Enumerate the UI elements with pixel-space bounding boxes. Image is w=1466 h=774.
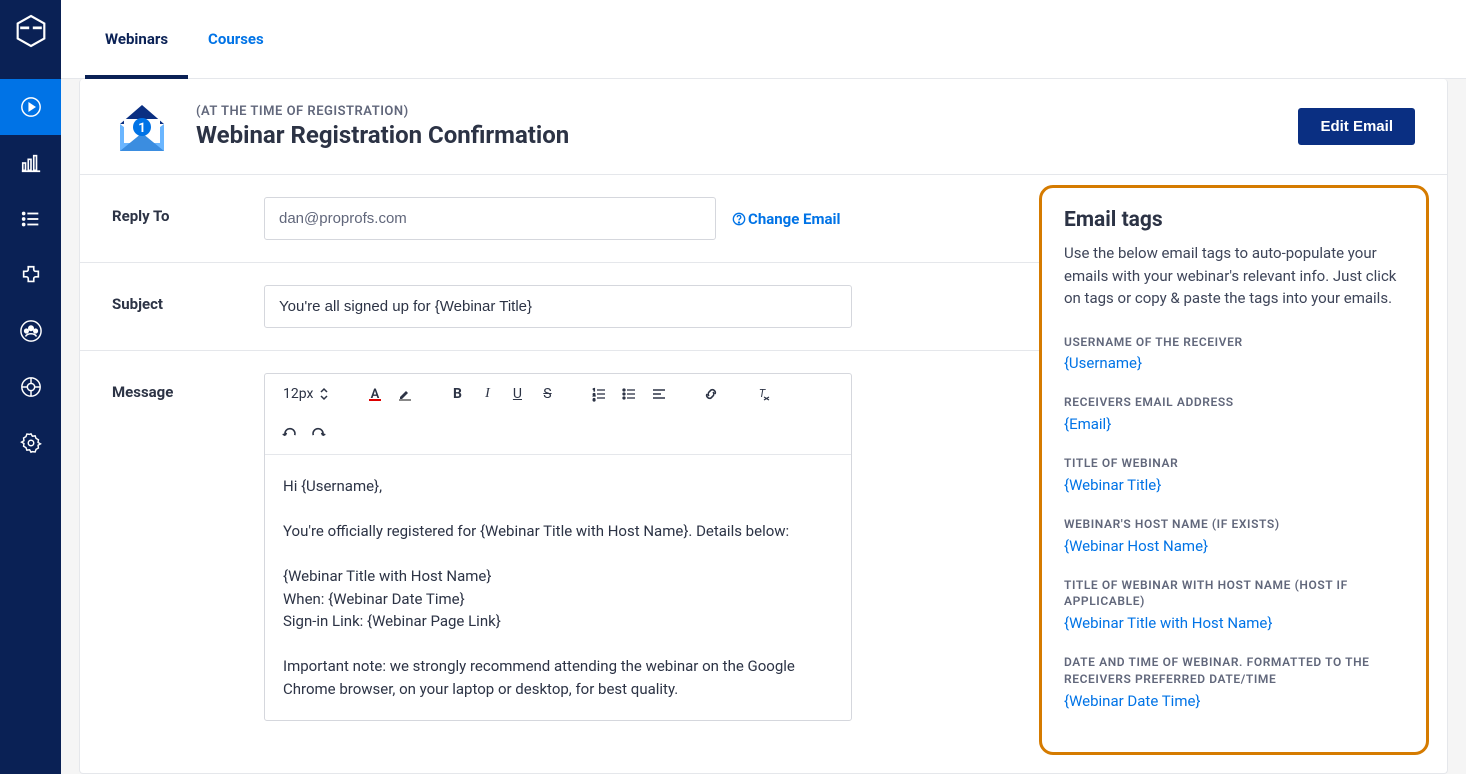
ordered-list-button[interactable]: 123 xyxy=(585,380,613,408)
unordered-list-button[interactable] xyxy=(615,380,643,408)
tag-label: DATE AND TIME OF WEBINAR. FORMATTED TO T… xyxy=(1064,654,1404,688)
sidebar xyxy=(0,0,61,774)
tags-description: Use the below email tags to auto-populat… xyxy=(1064,242,1404,310)
subject-label: Subject xyxy=(112,285,244,313)
brand-logo xyxy=(0,0,61,61)
sidebar-item-analytics[interactable] xyxy=(0,135,61,191)
editor-toolbar: 12px A xyxy=(265,374,851,455)
tag-group: TITLE OF WEBINAR WITH HOST NAME (HOST IF… xyxy=(1064,577,1404,633)
svg-text:3: 3 xyxy=(593,397,595,402)
sidebar-item-help[interactable] xyxy=(0,359,61,415)
sidebar-item-settings[interactable] xyxy=(0,415,61,471)
undo-button[interactable] xyxy=(275,420,303,448)
link-button[interactable] xyxy=(697,380,725,408)
edit-email-button[interactable]: Edit Email xyxy=(1298,108,1415,145)
email-card: 1 (AT THE TIME OF REGISTRATION) Webinar … xyxy=(79,79,1448,774)
sidebar-item-integrations[interactable] xyxy=(0,247,61,303)
italic-button[interactable]: I xyxy=(473,380,501,408)
underline-button[interactable]: U xyxy=(503,380,531,408)
text-color-button[interactable]: A xyxy=(361,380,389,408)
subject-input[interactable] xyxy=(264,285,852,328)
tag-value[interactable]: {Webinar Title with Host Name} xyxy=(1064,614,1404,632)
tab-courses[interactable]: Courses xyxy=(188,0,284,79)
tag-value[interactable]: {Username} xyxy=(1064,354,1404,372)
help-circle-icon xyxy=(732,212,746,226)
envelope-icon: 1 xyxy=(112,99,172,154)
tag-group: USERNAME OF THE RECEIVER {Username} xyxy=(1064,334,1404,373)
tag-label: TITLE OF WEBINAR xyxy=(1064,455,1404,472)
sidebar-item-webinars[interactable] xyxy=(0,79,61,135)
reply-to-label: Reply To xyxy=(112,197,244,225)
tab-webinars[interactable]: Webinars xyxy=(85,0,188,79)
bold-button[interactable]: B xyxy=(443,380,471,408)
highlight-button[interactable] xyxy=(391,380,419,408)
tag-label: RECEIVERS EMAIL ADDRESS xyxy=(1064,394,1404,411)
tag-group: RECEIVERS EMAIL ADDRESS {Email} xyxy=(1064,394,1404,433)
sidebar-item-list[interactable] xyxy=(0,191,61,247)
strike-button[interactable]: S xyxy=(533,380,561,408)
tag-group: TITLE OF WEBINAR {Webinar Title} xyxy=(1064,455,1404,494)
font-size-select[interactable]: 12px xyxy=(275,382,337,406)
tag-value[interactable]: {Webinar Date Time} xyxy=(1064,692,1404,710)
tag-label: TITLE OF WEBINAR WITH HOST NAME (HOST IF… xyxy=(1064,577,1404,611)
tag-value[interactable]: {Webinar Host Name} xyxy=(1064,537,1404,555)
message-label: Message xyxy=(112,373,244,401)
tag-group: DATE AND TIME OF WEBINAR. FORMATTED TO T… xyxy=(1064,654,1404,710)
clear-format-button[interactable]: T xyxy=(749,380,777,408)
top-nav: Webinars Courses xyxy=(61,0,1466,79)
tag-label: WEBINAR'S HOST NAME (IF EXISTS) xyxy=(1064,516,1404,533)
tag-value[interactable]: {Email} xyxy=(1064,415,1404,433)
tag-group: WEBINAR'S HOST NAME (IF EXISTS) {Webinar … xyxy=(1064,516,1404,555)
header-title: Webinar Registration Confirmation xyxy=(196,121,1274,149)
reply-to-input[interactable] xyxy=(264,197,716,240)
tag-value[interactable]: {Webinar Title} xyxy=(1064,476,1404,494)
svg-text:1: 1 xyxy=(138,121,145,136)
sidebar-item-users[interactable] xyxy=(0,303,61,359)
rich-text-editor: 12px A xyxy=(264,373,852,721)
header-meta: (AT THE TIME OF REGISTRATION) xyxy=(196,104,1274,119)
redo-button[interactable] xyxy=(305,420,333,448)
align-button[interactable] xyxy=(645,380,673,408)
tag-label: USERNAME OF THE RECEIVER xyxy=(1064,334,1404,351)
change-email-link[interactable]: Change Email xyxy=(732,210,840,228)
select-arrows-icon xyxy=(319,387,329,401)
email-tags-panel: Email tags Use the below email tags to a… xyxy=(1039,185,1429,755)
tags-title: Email tags xyxy=(1064,208,1404,232)
editor-body[interactable]: Hi {Username}, You're officially registe… xyxy=(265,455,851,720)
